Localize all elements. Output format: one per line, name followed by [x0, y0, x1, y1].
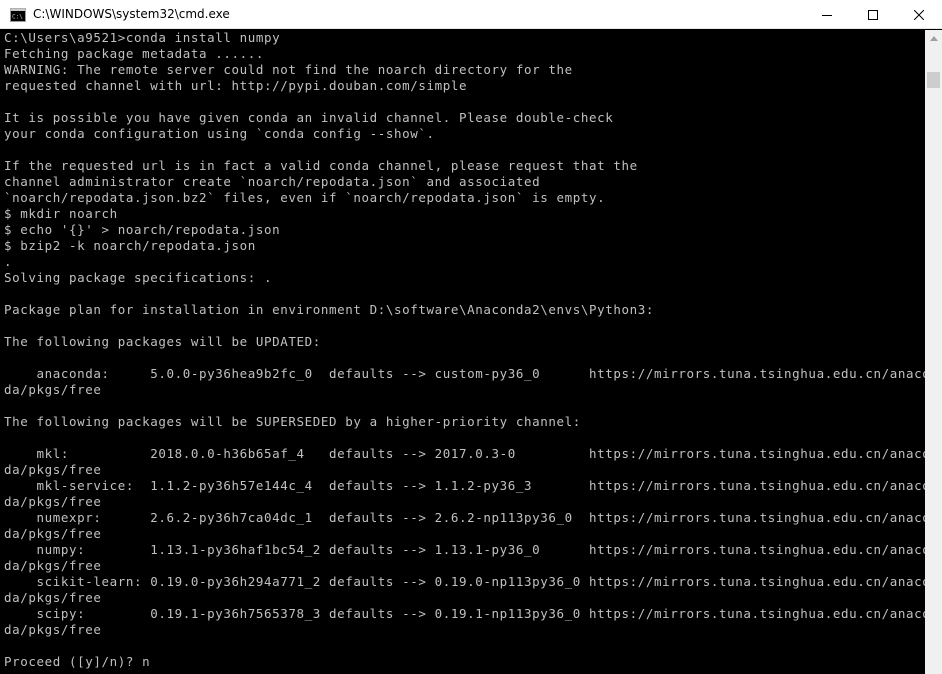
console-line: If the requested url is in fact a valid … [4, 158, 638, 173]
console-line: da/pkgs/free [4, 622, 102, 637]
cmd-icon: C:\ [10, 7, 26, 22]
title-bar[interactable]: C:\ C:\WINDOWS\system32\cmd.exe [0, 0, 942, 29]
vertical-scrollbar[interactable] [925, 30, 942, 674]
console-line: The following packages will be SUPERSEDE… [4, 414, 581, 429]
console-line: $ bzip2 -k noarch/repodata.json [4, 238, 256, 253]
console-line: Solving package specifications: . [4, 270, 273, 285]
console-line: your conda configuration using `conda co… [4, 126, 435, 141]
scrollbar-thumb[interactable] [927, 72, 940, 88]
console-line: `noarch/repodata.json.bz2` files, even i… [4, 190, 606, 205]
close-icon [914, 9, 924, 20]
console-line: anaconda: 5.0.0-py36hea9b2fc_0 defaults … [4, 366, 926, 381]
console-line: mkl-service: 1.1.2-py36h57e144c_4 defaul… [4, 478, 926, 493]
console-line: da/pkgs/free [4, 494, 102, 509]
chevron-up-icon [929, 36, 938, 41]
scroll-up-button[interactable] [925, 30, 942, 47]
console-line: da/pkgs/free [4, 382, 102, 397]
console-line: da/pkgs/free [4, 558, 102, 573]
minimize-button[interactable] [804, 0, 850, 29]
console-line: numpy: 1.13.1-py36haf1bc54_2 defaults --… [4, 542, 926, 557]
console-line: $ echo '{}' > noarch/repodata.json [4, 222, 281, 237]
console-line: da/pkgs/free [4, 526, 102, 541]
console-line: channel administrator create `noarch/rep… [4, 174, 541, 189]
console-line: Proceed ([y]/n)? n [4, 654, 151, 669]
close-button[interactable] [896, 0, 942, 29]
console-line: It is possible you have given conda an i… [4, 110, 614, 125]
console-line: . [4, 254, 13, 269]
console-line: scipy: 0.19.1-py36h7565378_3 defaults --… [4, 606, 926, 621]
console-line: Package plan for installation in environ… [4, 302, 655, 317]
console-line: WARNING: The remote server could not fin… [4, 62, 573, 77]
console-line: da/pkgs/free [4, 590, 102, 605]
window-title: C:\WINDOWS\system32\cmd.exe [33, 7, 230, 21]
minimize-icon [822, 14, 832, 16]
console-line: C:\Users\a9521>conda install numpy [4, 30, 281, 45]
console-line: $ mkdir noarch [4, 206, 118, 221]
svg-text:C:\: C:\ [12, 14, 23, 21]
maximize-button[interactable] [850, 0, 896, 29]
cmd-window: C:\ C:\WINDOWS\system32\cmd.exe C:\Users… [0, 0, 942, 674]
console-line: requested channel with url: http://pypi.… [4, 78, 468, 93]
window-controls [804, 0, 942, 29]
console-line: Fetching package metadata ...... [4, 46, 265, 61]
console-line: numexpr: 2.6.2-py36h7ca04dc_1 defaults -… [4, 510, 926, 525]
console-line: da/pkgs/free [4, 462, 102, 477]
console-line: scikit-learn: 0.19.0-py36h294a771_2 defa… [4, 574, 926, 589]
maximize-icon [868, 9, 878, 20]
console-line: mkl: 2018.0.0-h36b65af_4 defaults --> 20… [4, 446, 926, 461]
console-line: The following packages will be UPDATED: [4, 334, 321, 349]
console-output[interactable]: C:\Users\a9521>conda install numpy Fetchi… [0, 30, 925, 674]
